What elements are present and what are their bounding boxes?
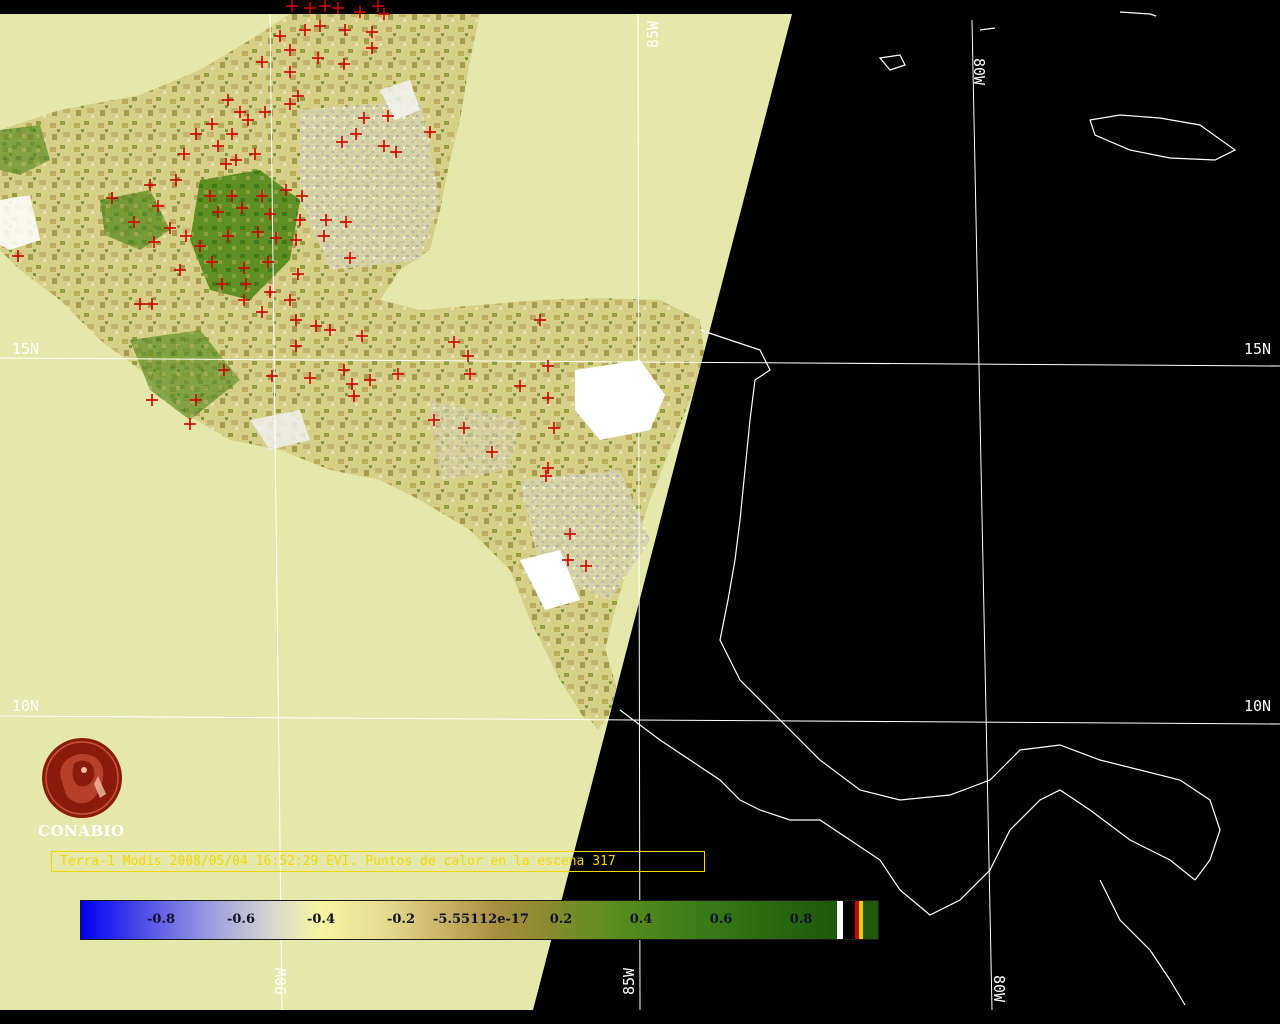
conabio-seal-icon <box>42 738 122 818</box>
colorbar-tick-label: 0.4 <box>629 912 653 927</box>
colorbar-tick-label: -0.8 <box>146 912 176 927</box>
scene-caption: Terra-1 Modis 2008/05/04 16:52:29 EVI. P… <box>51 851 705 872</box>
colorbar-tick-label: 0.2 <box>549 912 573 927</box>
colorbar-tick-label: 0.6 <box>709 912 733 927</box>
lon-label-90w-bottom: 90W <box>272 967 290 995</box>
lat-label-15n-left: 15N <box>12 340 39 358</box>
lon-label-80w-bottom: 80W <box>990 975 1008 1003</box>
colorbar-tick-label: -0.2 <box>386 912 416 927</box>
colorbar-end-swatch <box>843 901 855 939</box>
lat-label-10n-left: 10N <box>12 697 39 715</box>
lon-label-85w-top: 85W <box>644 20 662 48</box>
colorbar-tick-label: -0.4 <box>306 912 336 927</box>
colorbar-tick-label: -0.6 <box>226 912 256 927</box>
evi-colorbar: -0.8 -0.6 -0.4 -0.2 -5.55112e-17 0.2 0.4 0.6 0.8 <box>80 900 879 940</box>
lat-label-10n-right: 10N <box>1244 697 1271 715</box>
lon-label-85w-bottom: 85W <box>620 967 638 995</box>
colorbar-tick-label: -5.55112e-17 <box>433 912 529 927</box>
lat-label-15n-right: 15N <box>1244 340 1271 358</box>
conabio-logo-name: CONABIO <box>38 822 125 840</box>
colorbar-tick-label: 0.8 <box>789 912 813 927</box>
colorbar-end-swatch <box>863 901 878 939</box>
lon-label-80w-top: 80W <box>970 58 988 86</box>
